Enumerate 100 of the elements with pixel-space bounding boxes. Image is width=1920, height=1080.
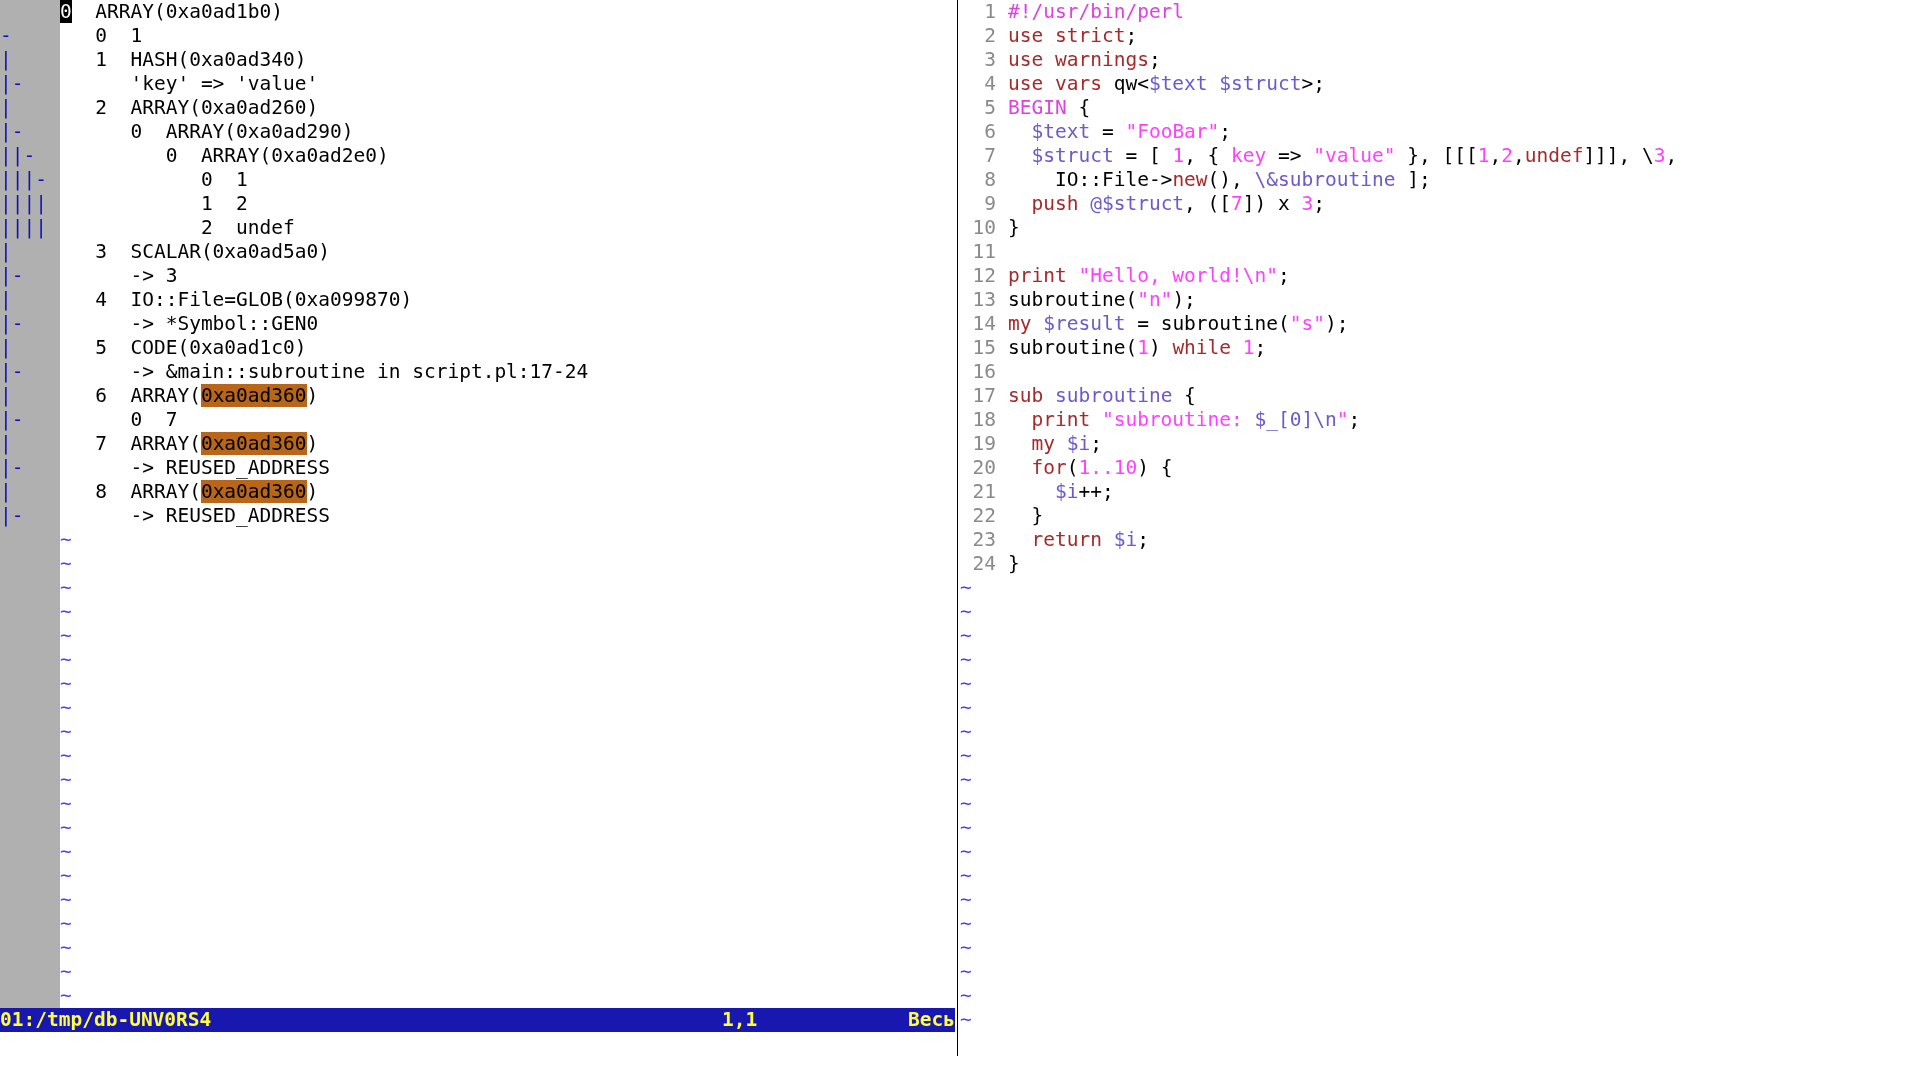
line-number: 22	[971, 504, 996, 528]
tree-line: 5 CODE(0xa0ad1c0)	[94, 336, 307, 359]
line-number: 10	[971, 216, 996, 240]
fold-marker: |-	[0, 312, 24, 335]
empty-line-marker: ~	[60, 864, 72, 887]
tree-line: 6 ARRAY(0xa0ad360)	[94, 384, 319, 407]
fold-marker: ||-	[0, 144, 36, 167]
fold-marker: |||-	[0, 168, 47, 191]
fold-marker: ||||	[0, 192, 47, 215]
line-number: 5	[983, 96, 996, 120]
tree-line: 1 HASH(0xa0ad340)	[94, 48, 307, 71]
fold-marker: |	[0, 48, 12, 71]
tree-line: 3 SCALAR(0xa0ad5a0)	[94, 240, 331, 263]
tree-line: 7 ARRAY(0xa0ad360)	[94, 432, 319, 455]
tree-line: 8 ARRAY(0xa0ad360)	[94, 480, 319, 503]
empty-line-marker: ~	[960, 624, 972, 647]
code-line: my $result = subroutine("s");	[1008, 312, 1349, 336]
line-number: 14	[971, 312, 996, 336]
empty-line-marker: ~	[960, 816, 972, 839]
status-scroll: Весь	[908, 1008, 955, 1032]
empty-line-marker: ~	[60, 528, 72, 551]
fold-marker: |-	[0, 72, 24, 95]
code-line: print "subroutine: $_[0]\n";	[1030, 408, 1361, 432]
fold-marker: |-	[0, 408, 24, 431]
line-number: 9	[983, 192, 996, 216]
empty-line-marker: ~	[960, 1008, 972, 1031]
empty-line-marker: ~	[60, 696, 72, 719]
line-number: 23	[971, 528, 996, 552]
code-line: }	[1008, 552, 1020, 576]
line-number: 21	[971, 480, 996, 504]
fold-marker: |-	[0, 504, 24, 527]
line-number: 1	[983, 0, 996, 24]
empty-line-marker: ~	[60, 888, 72, 911]
fold-marker: ||||	[0, 216, 47, 239]
fold-marker: |-	[0, 360, 24, 383]
code-line: }	[1008, 216, 1020, 240]
line-number: 19	[971, 432, 996, 456]
empty-line-marker: ~	[960, 744, 972, 767]
code-line: use strict;	[1008, 24, 1138, 48]
empty-line-marker: ~	[60, 744, 72, 767]
empty-line-marker: ~	[960, 696, 972, 719]
status-file: 01:/tmp/db-UNV0RS4	[0, 1008, 213, 1032]
code-line: my $i;	[1030, 432, 1102, 456]
empty-line-marker: ~	[960, 960, 972, 983]
empty-line-marker: ~	[960, 648, 972, 671]
empty-line-marker: ~	[60, 816, 72, 839]
line-number: 2	[983, 24, 996, 48]
fold-marker: |	[0, 336, 12, 359]
empty-line-marker: ~	[60, 624, 72, 647]
tree-line: 0 1	[94, 24, 143, 47]
fold-marker: -	[0, 24, 12, 47]
empty-line-marker: ~	[960, 984, 972, 1007]
tree-line: -> *Symbol::GEN0	[129, 312, 319, 335]
fold-marker: |	[0, 480, 12, 503]
code-line: IO::File->new(), \&subroutine ];	[1053, 168, 1431, 192]
empty-line-marker: ~	[60, 792, 72, 815]
empty-line-marker: ~	[960, 672, 972, 695]
empty-line-marker: ~	[960, 720, 972, 743]
code-line: subroutine(1) while 1;	[1008, 336, 1267, 360]
tree-line: 0 1	[199, 168, 248, 191]
empty-line-marker: ~	[60, 720, 72, 743]
code-line: use vars qw<$text $struct>;	[1008, 72, 1325, 96]
line-number: 13	[971, 288, 996, 312]
line-number: 20	[971, 456, 996, 480]
fold-marker: |	[0, 432, 12, 455]
empty-line-marker: ~	[960, 888, 972, 911]
line-number: 11	[971, 240, 996, 264]
empty-line-marker: ~	[60, 912, 72, 935]
empty-line-marker: ~	[960, 840, 972, 863]
line-number: 7	[983, 144, 996, 168]
code-line: push @$struct, ([7]) x 3;	[1030, 192, 1326, 216]
line-number: 17	[971, 384, 996, 408]
empty-line-marker: ~	[60, 984, 72, 1007]
line-number: 18	[971, 408, 996, 432]
empty-line-marker: ~	[60, 840, 72, 863]
status-position: 1,1	[722, 1008, 759, 1032]
line-number: 24	[971, 552, 996, 576]
tree-line: 2 undef	[199, 216, 295, 239]
tree-line: 1 2	[199, 192, 248, 215]
tree-line: -> REUSED_ADDRESS	[129, 456, 331, 479]
tree-line: 0 7	[129, 408, 178, 431]
empty-line-marker: ~	[960, 912, 972, 935]
code-line: #!/usr/bin/perl	[1008, 0, 1185, 24]
tree-line: 0 ARRAY(0xa0ad290)	[129, 120, 354, 143]
code-line: for(1..10) {	[1030, 456, 1173, 480]
code-line: $struct = [ 1, { key => "value" }, [[[1,2,undef]]], \3,	[1030, 144, 1678, 168]
tree-line: 0 ARRAY(0xa0ad2e0)	[164, 144, 389, 167]
tree-line: -> REUSED_ADDRESS	[129, 504, 331, 527]
line-number: 3	[983, 48, 996, 72]
empty-line-marker: ~	[60, 936, 72, 959]
code-line: sub subroutine {	[1008, 384, 1196, 408]
empty-line-marker: ~	[60, 552, 72, 575]
fold-marker: |-	[0, 456, 24, 479]
empty-line-marker: ~	[960, 864, 972, 887]
code-line: subroutine("n");	[1008, 288, 1196, 312]
line-number: 15	[971, 336, 996, 360]
empty-line-marker: ~	[960, 576, 972, 599]
tree-line: -> &main::subroutine in script.pl:17-24	[129, 360, 589, 383]
empty-line-marker: ~	[60, 576, 72, 599]
code-line: $i++;	[1053, 480, 1114, 504]
